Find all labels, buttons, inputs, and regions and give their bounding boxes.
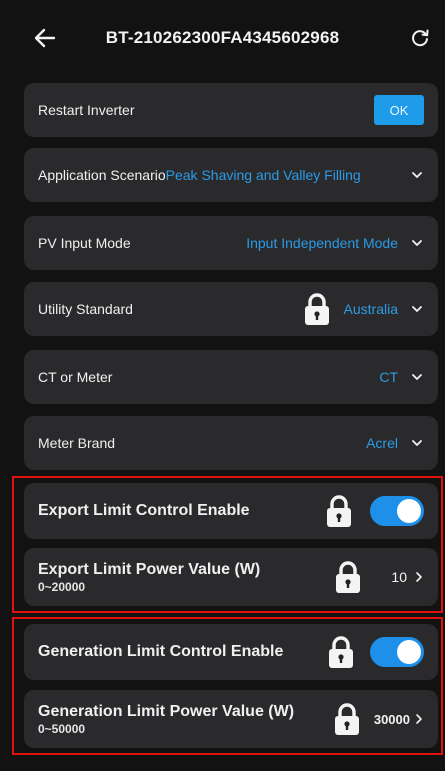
- meter-brand-value: Acrel: [366, 435, 398, 451]
- utility-standard-row[interactable]: Utility Standard Australia: [24, 282, 438, 336]
- pv-input-mode-row[interactable]: PV Input Mode Input Independent Mode: [24, 216, 438, 270]
- chevron-down-icon: [412, 306, 422, 312]
- header-bar: BT-210262300FA4345602968: [0, 0, 445, 76]
- utility-standard-value: Australia: [343, 301, 398, 317]
- application-scenario-row[interactable]: Application Scenario Peak Shaving and Va…: [24, 148, 438, 202]
- lock-icon: [304, 293, 329, 325]
- export-limit-highlight-box: [12, 476, 443, 613]
- meter-brand-label: Meter Brand: [38, 435, 116, 451]
- pv-input-mode-label: PV Input Mode: [38, 235, 131, 251]
- pv-input-mode-value: Input Independent Mode: [246, 235, 398, 251]
- chevron-down-icon: [412, 440, 422, 446]
- application-scenario-value: Peak Shaving and Valley Filling: [165, 167, 361, 183]
- ct-or-meter-value: CT: [379, 369, 398, 385]
- generation-limit-highlight-box: [12, 617, 443, 755]
- chevron-down-icon: [412, 172, 422, 178]
- utility-standard-label: Utility Standard: [38, 301, 133, 317]
- ct-or-meter-label: CT or Meter: [38, 369, 113, 385]
- page-title: BT-210262300FA4345602968: [105, 28, 340, 47]
- meter-brand-row[interactable]: Meter Brand Acrel: [24, 416, 438, 470]
- application-scenario-label: Application Scenario: [38, 167, 166, 183]
- chevron-down-icon: [412, 240, 422, 246]
- restart-inverter-row: Restart Inverter OK: [24, 83, 438, 137]
- restart-ok-button[interactable]: OK: [374, 95, 424, 125]
- ct-or-meter-row[interactable]: CT or Meter CT: [24, 350, 438, 404]
- refresh-icon[interactable]: [410, 28, 430, 48]
- restart-inverter-label: Restart Inverter: [38, 102, 135, 118]
- chevron-down-icon: [412, 374, 422, 380]
